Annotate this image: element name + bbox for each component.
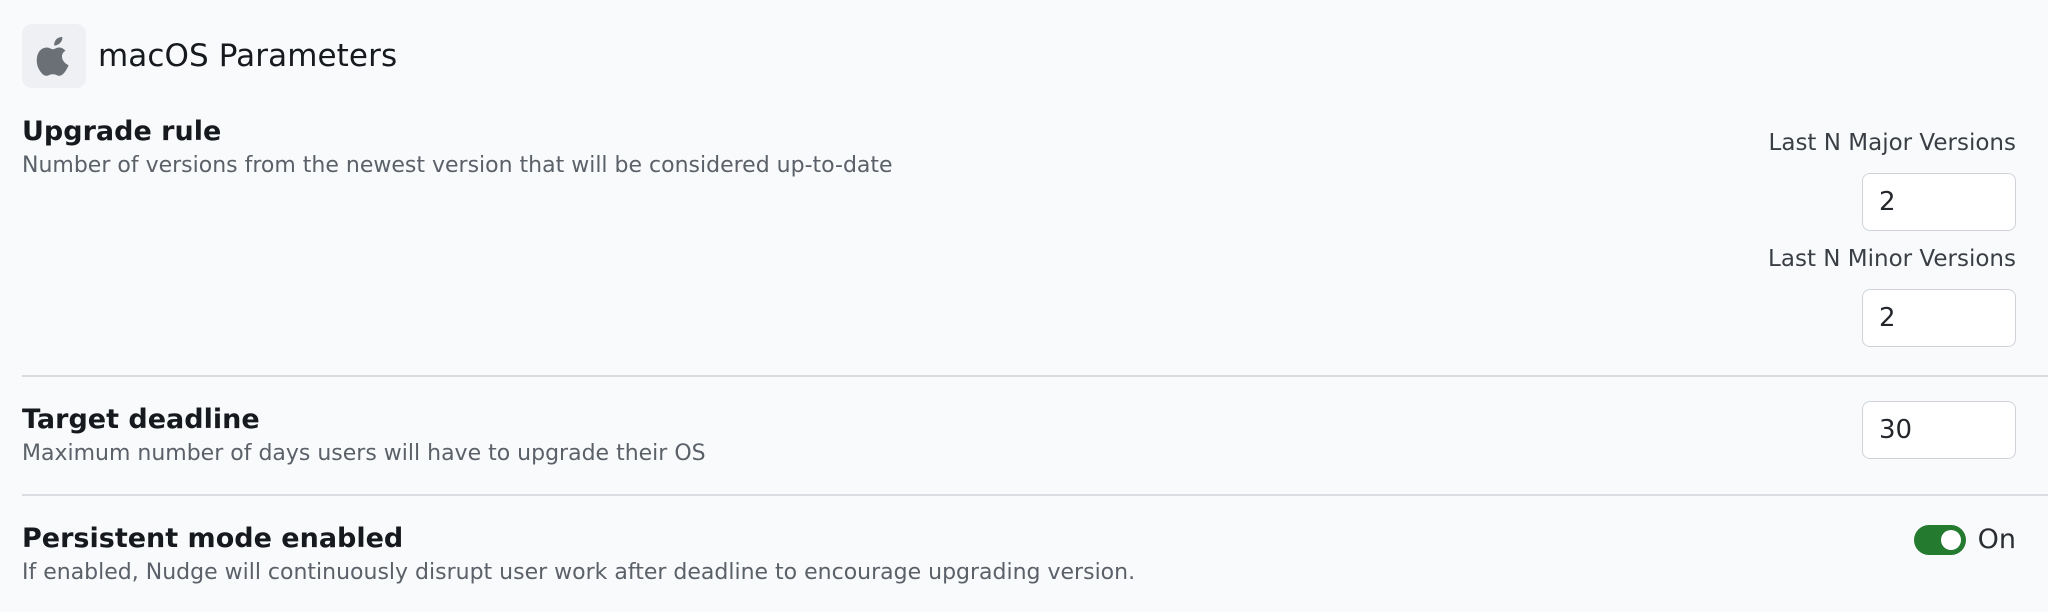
section-divider [22,375,2048,377]
minor-versions-label: Last N Minor Versions [1768,246,2016,272]
upgrade-rule-description: Number of versions from the newest versi… [22,153,893,178]
section-divider [22,494,2048,496]
persistent-mode-toggle[interactable] [1913,524,1966,555]
target-deadline-description: Maximum number of days users will have t… [22,441,706,466]
apple-logo-icon [22,24,86,88]
minor-versions-input[interactable] [1862,289,2016,347]
page-title: macOS Parameters [98,38,398,74]
target-deadline-input[interactable] [1862,401,2016,459]
toggle-state-label: On [1977,524,2016,555]
major-versions-label: Last N Major Versions [1768,130,2016,156]
target-deadline-title: Target deadline [22,404,260,435]
persistent-mode-title: Persistent mode enabled [22,523,404,554]
persistent-mode-toggle-group: On [1913,524,2016,555]
major-versions-input[interactable] [1862,173,2016,231]
toggle-knob [1940,529,1961,550]
upgrade-rule-title: Upgrade rule [22,116,222,147]
panel-header: macOS Parameters [22,24,397,88]
persistent-mode-description: If enabled, Nudge will continuously disr… [22,560,1136,585]
macos-parameters-panel: macOS Parameters Upgrade rule Number of … [0,0,2048,612]
